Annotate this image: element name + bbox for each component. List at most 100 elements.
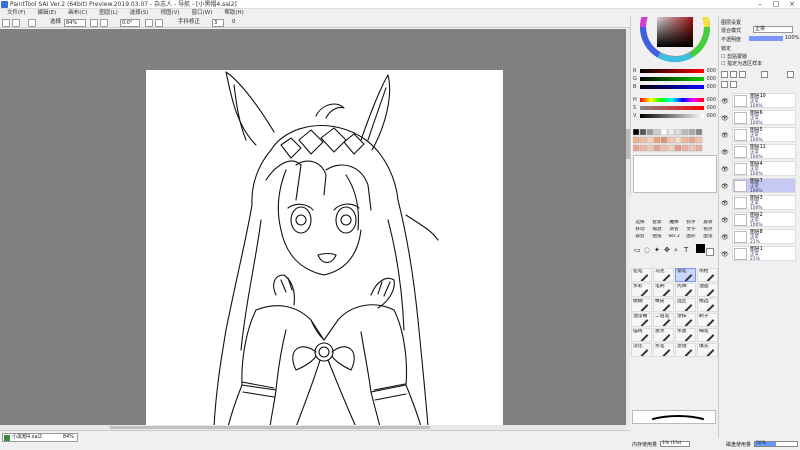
merge-layer-button[interactable]: [761, 71, 768, 78]
tool-sticker[interactable]: 贴纸: [649, 234, 665, 240]
tool-eyedropper[interactable]: 滴管: [666, 227, 682, 233]
eye-icon[interactable]: 👁: [721, 115, 729, 122]
select-rect-icon[interactable]: ▭: [634, 246, 641, 254]
eye-icon[interactable]: 👁: [721, 251, 729, 258]
tool-lasso[interactable]: 套索: [649, 220, 665, 226]
v-slider[interactable]: [640, 114, 704, 118]
zoom-icon[interactable]: ⌕: [674, 246, 678, 255]
tool-pen-group[interactable]: 图笔: [700, 234, 716, 240]
layer-row[interactable]: 👁 图层11 正常 100%: [721, 144, 796, 160]
brush-acrylic[interactable]: 丙烯: [675, 283, 696, 297]
brush-lineart[interactable]: 描线: [631, 328, 652, 342]
brush-airbrush[interactable]: 喷枪: [697, 268, 718, 282]
maximize-button[interactable]: □: [768, 0, 784, 9]
drawing-canvas[interactable]: [146, 70, 503, 428]
zoom-in-button[interactable]: [100, 19, 108, 27]
undo-button[interactable]: [2, 19, 10, 27]
move-icon[interactable]: ✥: [664, 246, 670, 254]
layer-row[interactable]: 👁 图层1 正常 21%: [721, 246, 796, 262]
brush-watercolor[interactable]: 水彩: [631, 283, 652, 297]
layer-row[interactable]: 👁 图层10 正常 100%: [721, 93, 796, 109]
rotate-right-button[interactable]: [155, 19, 163, 27]
opacity-slider[interactable]: [749, 36, 783, 41]
selection-source-option[interactable]: ☐ 指定为选区样本: [721, 60, 762, 67]
rotate-left-button[interactable]: [145, 19, 153, 27]
stabilizer-field[interactable]: 3: [212, 19, 224, 27]
delete-layer-button[interactable]: [787, 71, 794, 78]
tool-text[interactable]: 文字: [683, 227, 699, 233]
layer-row[interactable]: 👁 图层5 正常 100%: [721, 127, 796, 143]
lasso-icon[interactable]: ◌: [644, 246, 650, 254]
eye-icon[interactable]: 👁: [721, 132, 729, 139]
layer-mask-button[interactable]: [721, 81, 728, 88]
layer-row[interactable]: 👁 图层2 正常 100%: [721, 212, 796, 228]
brush-selection[interactable]: 选区: [675, 298, 696, 312]
eye-icon[interactable]: 👁: [721, 183, 729, 190]
horizontal-scroll-thumb[interactable]: [110, 426, 430, 429]
canvas-workspace[interactable]: [0, 29, 626, 428]
brush-eraser[interactable]: 橡皮: [653, 298, 674, 312]
layer-row[interactable]: 👁 图层4 正常 100%: [721, 161, 796, 177]
tool-move[interactable]: 移动: [632, 227, 648, 233]
menu-edit[interactable]: 编辑(E): [32, 9, 61, 17]
angle-field[interactable]: 0.0°: [120, 19, 140, 27]
close-button[interactable]: ×: [784, 0, 800, 9]
tool-zoom[interactable]: 缩放: [649, 227, 665, 233]
brush-oil[interactable]: 油画: [697, 283, 718, 297]
magic-wand-icon[interactable]: ✦: [654, 246, 660, 254]
tool-viewpoint[interactable]: 视点: [700, 227, 716, 233]
h-slider[interactable]: [640, 98, 704, 102]
b-slider[interactable]: [640, 85, 704, 89]
clip-mask-option[interactable]: ☐ 剪贴蒙版: [721, 53, 747, 60]
s-slider[interactable]: [640, 106, 704, 110]
tool-hand[interactable]: 抓手: [683, 220, 699, 226]
deselect-button[interactable]: [28, 19, 36, 27]
r-slider[interactable]: [640, 69, 704, 73]
menu-layer[interactable]: 图层(L): [94, 9, 122, 17]
new-folder-button[interactable]: [730, 71, 737, 78]
brush-filter[interactable]: 滤镜: [675, 343, 696, 357]
brush-bucket[interactable]: 油漆桶: [631, 313, 652, 327]
brush-binary[interactable]: 二值笔: [653, 313, 674, 327]
eye-icon[interactable]: 👁: [721, 200, 729, 207]
swatch-palette[interactable]: [632, 128, 717, 153]
file-tab[interactable]: 小黑帽4.sai2 84%: [2, 433, 78, 442]
eye-icon[interactable]: 👁: [721, 166, 729, 173]
menu-help[interactable]: 帮助(H): [219, 9, 248, 17]
menu-canvas[interactable]: 画布(C): [63, 9, 92, 17]
layer-row[interactable]: 👁 图层6 正常 100%: [721, 110, 796, 126]
brush-deselect[interactable]: 擦选: [697, 298, 718, 312]
tool-select[interactable]: 选择: [632, 220, 648, 226]
zoom-out-button[interactable]: [90, 19, 98, 27]
brush-blur[interactable]: 模糊: [631, 298, 652, 312]
brush-pen[interactable]: 钢笔: [675, 268, 696, 282]
blend-mode-select[interactable]: 正常: [753, 26, 793, 33]
redo-button[interactable]: [12, 19, 20, 27]
brush-marker[interactable]: 马克: [653, 268, 674, 282]
text-icon[interactable]: T: [684, 246, 688, 254]
menu-file[interactable]: 文件(F): [2, 9, 30, 17]
brush-bristle[interactable]: 刷子: [697, 313, 718, 327]
brush-water[interactable]: 水笔: [653, 343, 674, 357]
minimize-button[interactable]: –: [752, 0, 768, 9]
brush-fine[interactable]: 细笔: [697, 328, 718, 342]
menu-window[interactable]: 窗口(W): [187, 9, 218, 17]
menu-view[interactable]: 视图(V): [156, 9, 185, 17]
eye-icon[interactable]: 👁: [721, 98, 729, 105]
eye-icon[interactable]: 👁: [721, 234, 729, 241]
layer-row[interactable]: 👁 图层3 正常 100%: [721, 195, 796, 211]
eye-icon[interactable]: 👁: [721, 149, 729, 156]
brush-brush[interactable]: 笔刷: [653, 283, 674, 297]
new-layer-button[interactable]: [721, 71, 728, 78]
brush-ink[interactable]: 墨水: [653, 328, 674, 342]
brush-smudge[interactable]: 涂抹: [675, 313, 696, 327]
tool-ver3[interactable]: Ver.3: [666, 234, 682, 240]
g-slider[interactable]: [640, 77, 704, 81]
clear-layer-button[interactable]: [730, 81, 737, 88]
tool-crop[interactable]: 裁剪: [632, 234, 648, 240]
duplicate-layer-button[interactable]: [739, 71, 746, 78]
main-color-swatch[interactable]: [696, 244, 705, 253]
tool-magic-wand[interactable]: 魔棒: [666, 220, 682, 226]
layer-row[interactable]: 👁 图层8 正常 21%: [721, 229, 796, 245]
zoom-field[interactable]: 84%: [64, 19, 86, 27]
